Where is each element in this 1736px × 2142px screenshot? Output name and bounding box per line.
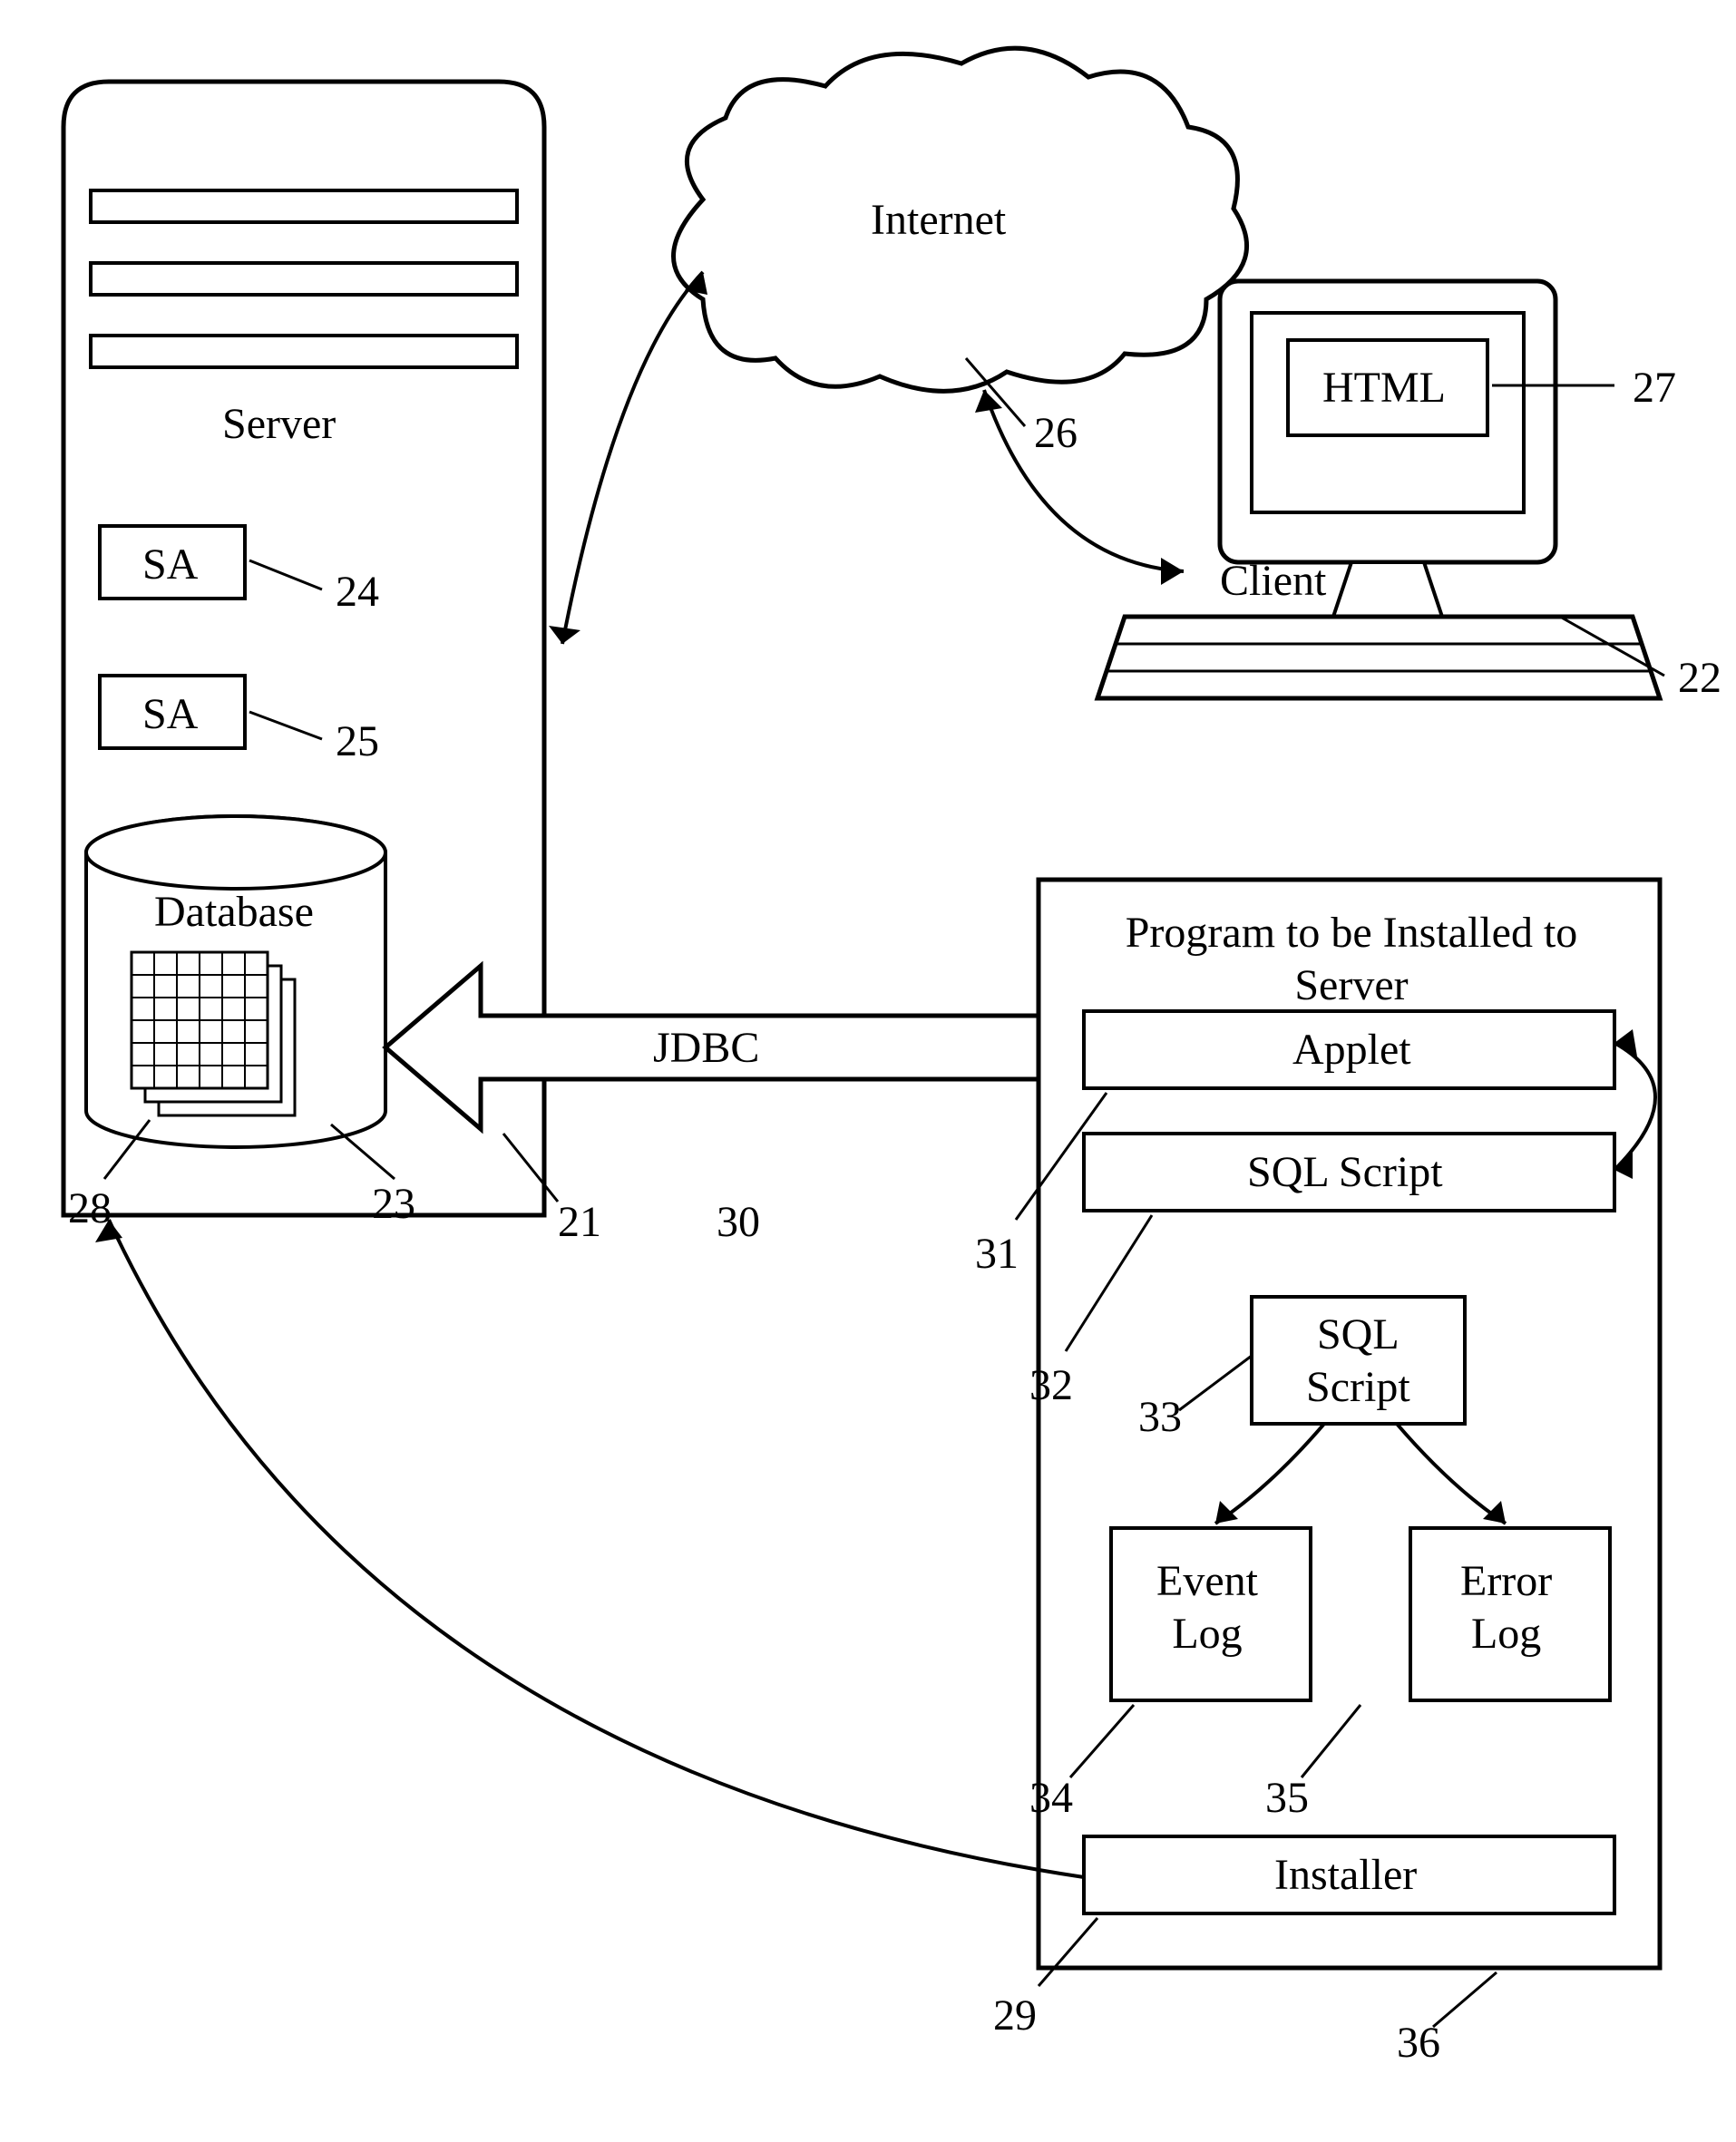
ref-23: 23 <box>372 1179 415 1229</box>
ref-21: 21 <box>558 1197 601 1247</box>
ref-26: 26 <box>1034 408 1078 458</box>
ref-35: 35 <box>1265 1773 1309 1823</box>
ref-25: 25 <box>336 716 379 766</box>
sa2-label: SA <box>142 689 198 739</box>
program-box-label: Program to be Installed to Server <box>1107 907 1596 1011</box>
client-label: Client <box>1220 556 1326 606</box>
applet-label: Applet <box>1292 1025 1411 1075</box>
sa1-label: SA <box>142 540 198 589</box>
system-diagram: Server SA SA Database Internet HTML Clie… <box>0 0 1736 2142</box>
installer-label: Installer <box>1274 1850 1417 1900</box>
diagram-svg <box>0 0 1736 2142</box>
ref-33: 33 <box>1138 1392 1182 1442</box>
ref-29: 29 <box>993 1991 1037 2040</box>
ref-36: 36 <box>1397 2018 1440 2068</box>
ref-31: 31 <box>975 1229 1019 1279</box>
ref-22: 22 <box>1678 653 1721 703</box>
database-label: Database <box>154 887 314 937</box>
ref-30: 30 <box>717 1197 760 1247</box>
ref-27: 27 <box>1633 363 1676 413</box>
ref-32: 32 <box>1029 1360 1073 1410</box>
ref-28: 28 <box>68 1183 112 1233</box>
html-label: HTML <box>1322 363 1446 413</box>
event-log-label: Event Log <box>1156 1555 1258 1660</box>
sql-script2-label: SQL Script <box>1306 1309 1410 1413</box>
ref-24: 24 <box>336 567 379 617</box>
sql-script1-label: SQL Script <box>1247 1147 1443 1197</box>
internet-label: Internet <box>871 195 1006 245</box>
error-log-label: Error Log <box>1460 1555 1552 1660</box>
jdbc-label: JDBC <box>653 1023 759 1073</box>
server-label: Server <box>222 399 336 449</box>
ref-34: 34 <box>1029 1773 1073 1823</box>
